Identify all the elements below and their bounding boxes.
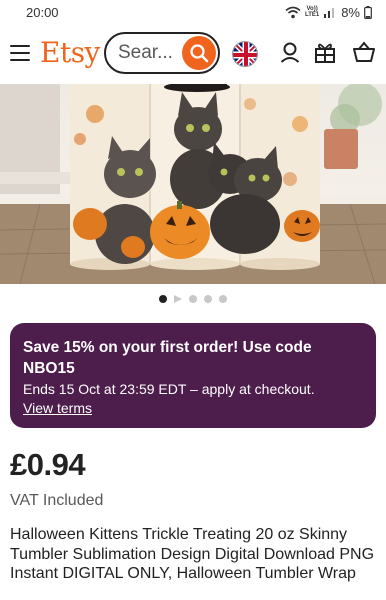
carousel-indicators — [0, 292, 386, 306]
promo-expiry-text: Ends 15 Oct at 23:59 EDT – apply at chec… — [23, 381, 315, 397]
gift-icon[interactable] — [313, 40, 337, 64]
search-icon — [190, 44, 209, 63]
carousel-dot-3[interactable] — [189, 295, 197, 303]
app-header: Etsy Sear... — [0, 24, 386, 82]
battery-icon — [364, 5, 372, 19]
account-icon[interactable] — [278, 40, 302, 64]
network-label: Vo)) LTE1 — [304, 6, 320, 18]
carousel-dot-5[interactable] — [219, 295, 227, 303]
product-title: Halloween Kittens Trickle Treating 20 oz… — [10, 526, 375, 582]
search-button[interactable] — [182, 36, 216, 70]
etsy-logo[interactable]: Etsy — [40, 36, 100, 69]
basket-icon[interactable] — [352, 40, 376, 64]
promo-headline: Save 15% on your first order! Use code N… — [23, 339, 312, 377]
promo-banner: Save 15% on your first order! Use code N… — [10, 323, 376, 428]
signal-icon — [324, 8, 335, 18]
carousel-dot-4[interactable] — [204, 295, 212, 303]
menu-icon[interactable] — [10, 45, 30, 61]
search-input[interactable]: Sear... — [118, 42, 173, 64]
status-bar: 20:00 Vo)) LTE1 8% — [0, 0, 386, 24]
wifi-icon — [285, 6, 301, 18]
status-icons: Vo)) LTE1 8% — [285, 5, 372, 20]
uk-flag-icon[interactable] — [232, 41, 258, 67]
product-price: £0.94 — [10, 447, 86, 482]
battery-level: 8% — [341, 4, 360, 20]
status-time: 20:00 — [26, 4, 59, 20]
search-bar[interactable]: Sear... — [104, 32, 220, 74]
product-image[interactable] — [0, 84, 386, 284]
vat-label: VAT Included — [10, 492, 104, 509]
video-play-icon[interactable] — [174, 295, 182, 303]
carousel-dot-1[interactable] — [159, 295, 167, 303]
view-terms-link[interactable]: View terms — [23, 399, 92, 418]
